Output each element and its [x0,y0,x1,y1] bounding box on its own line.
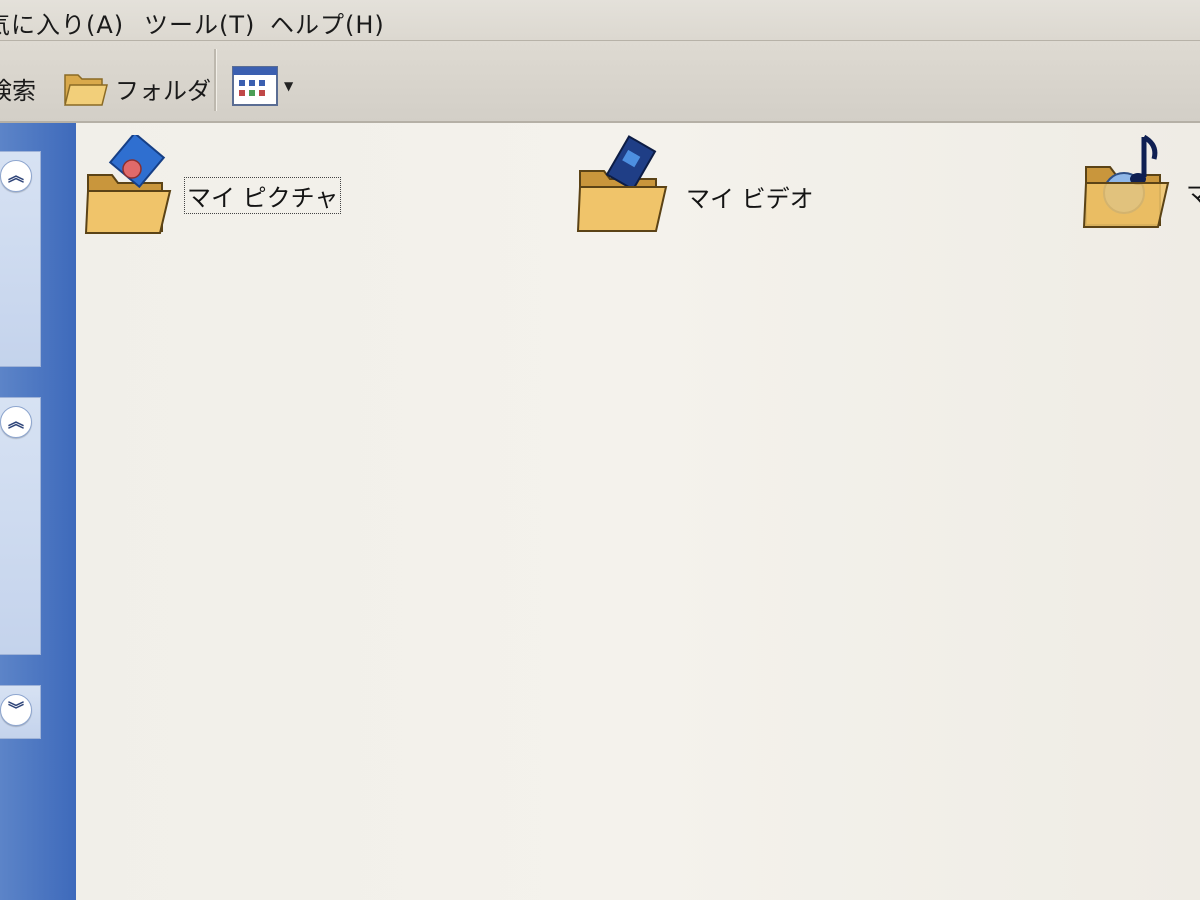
task-panel-3: ︾ [0,685,41,739]
explorer-window: 気に入り(A) ツール(T) ヘルプ(H) 検索 フォルダ [0,0,1200,900]
chevron-down-icon: ▼ [284,79,294,93]
my-videos-folder-icon [576,135,668,232]
menu-bar: 気に入り(A) ツール(T) ヘルプ(H) [0,0,1200,41]
folder-item-my-videos[interactable]: マイ ビデオ [576,135,816,245]
task-panel-2: ︽ [0,397,41,655]
views-icon [232,66,278,106]
menu-tools[interactable]: ツール(T) [144,5,255,40]
collapse-up-icon[interactable]: ︽ [0,160,32,192]
folder-label: マイ ビデオ [686,185,814,213]
task-panel-1: ︽ [0,151,41,367]
folder-label: マ [1186,181,1200,209]
file-list-area: マイ ピクチャ マイ ビデオ マ [76,123,1200,900]
folder-item-my-pictures[interactable]: マイ ピクチャ [84,135,342,245]
menu-help[interactable]: ヘルプ(H) [270,5,385,40]
toolbar: 検索 フォルダ ▼ [0,41,1200,123]
collapse-up-icon[interactable]: ︽ [0,406,32,438]
views-button[interactable]: ▼ [230,65,300,107]
folder-icon [64,74,108,106]
menu-favorites[interactable]: 気に入り(A) [0,5,124,40]
folders-button-label: フォルダ [115,77,211,105]
my-music-folder-icon [1082,134,1170,228]
search-button-label[interactable]: 検索 [0,71,36,106]
toolbar-separator [214,49,217,111]
my-pictures-folder-icon [84,135,172,234]
expand-down-icon[interactable]: ︾ [0,694,32,726]
folders-button[interactable]: フォルダ [60,61,211,111]
folder-label: マイ ピクチャ [184,177,342,214]
task-pane: ︽ ︽ ︾ [0,123,76,900]
folder-item-my-music[interactable]: マ [1082,131,1200,241]
